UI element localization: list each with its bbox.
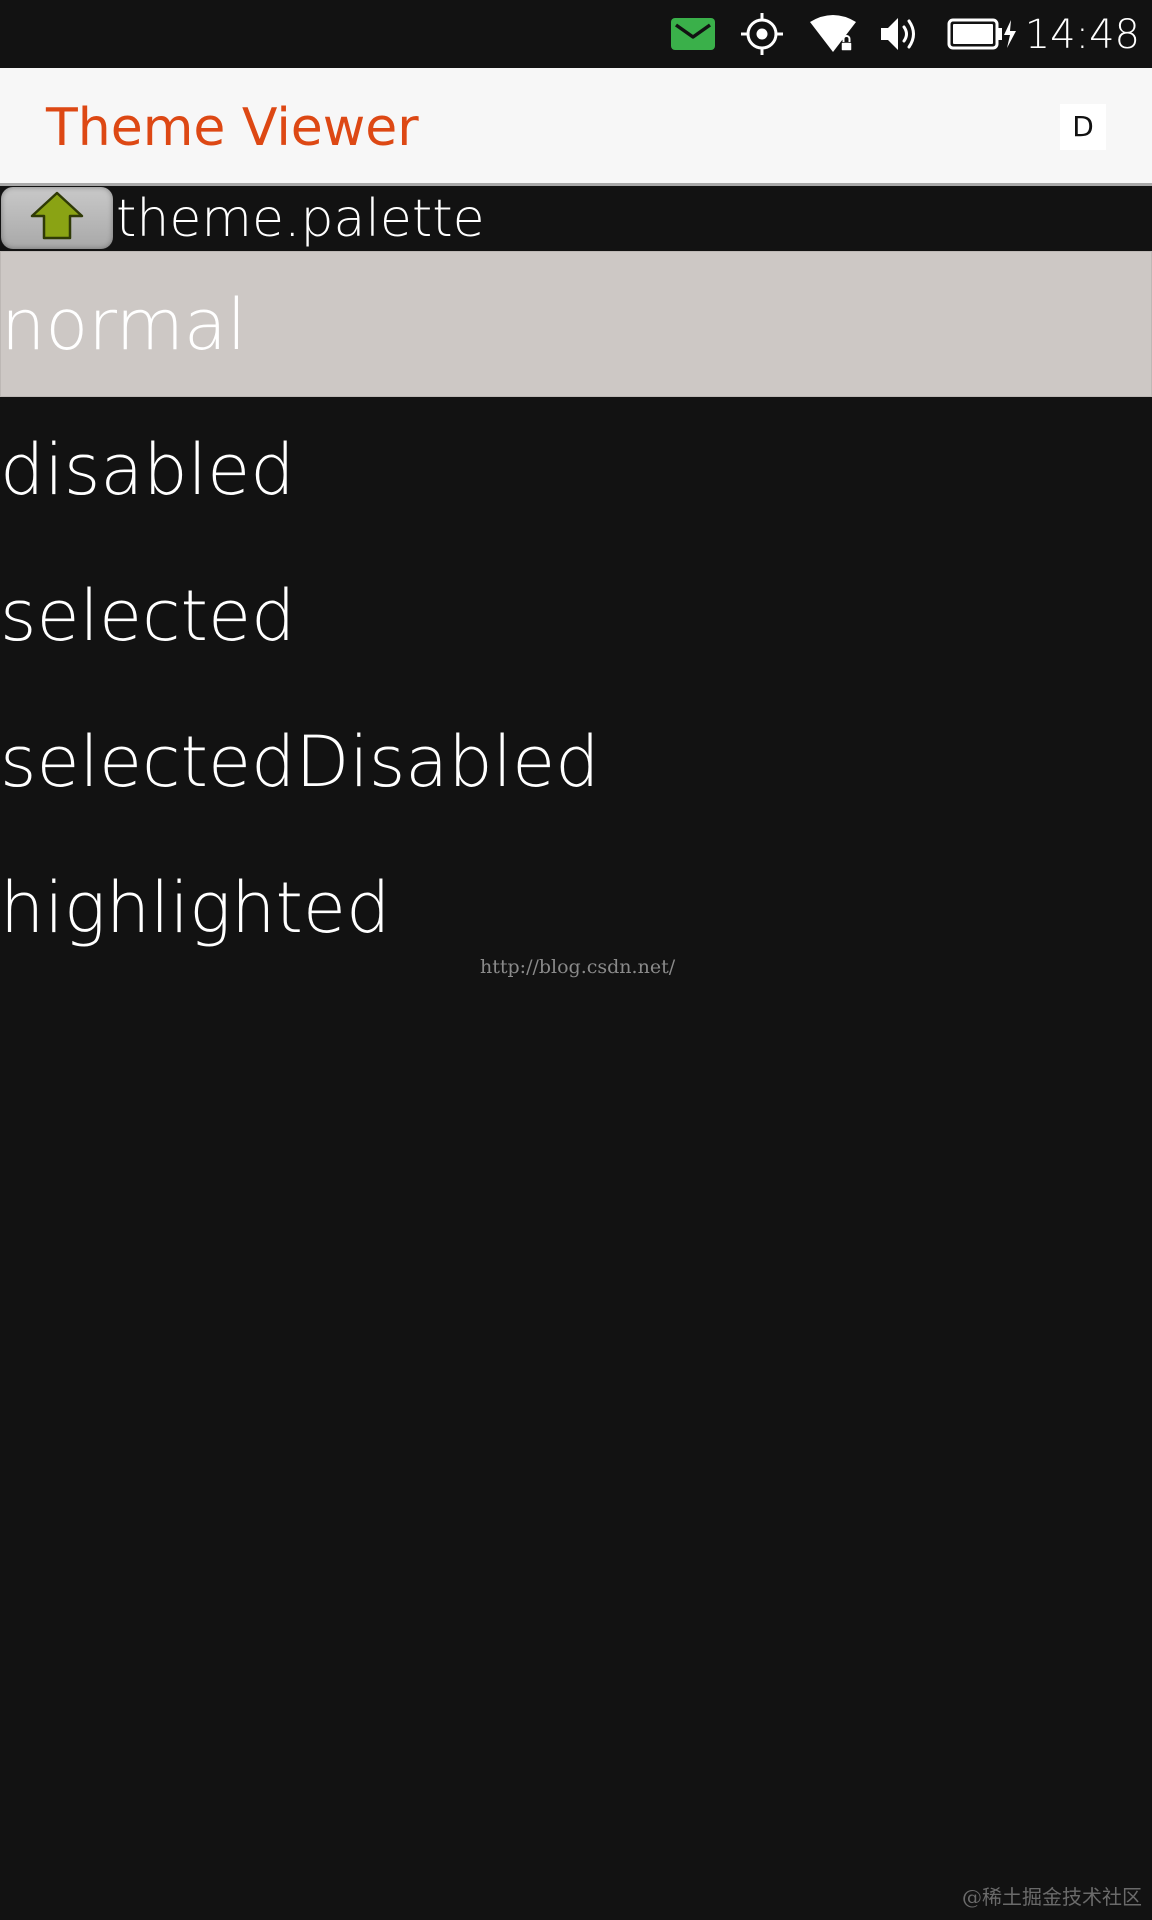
wifi-icon[interactable] [806,0,860,68]
page-title: Theme Viewer [46,98,419,158]
corner-watermark: @稀土掘金技术社区 [962,1885,1142,1909]
app-header: Theme Viewer D [0,68,1152,186]
list-item-normal[interactable]: normal [0,251,1152,397]
clock: 14:48 [1024,12,1140,58]
header-action-button[interactable]: D [1060,104,1106,150]
path-bar: theme.palette [0,186,1152,252]
volume-icon[interactable] [876,0,924,68]
up-button[interactable] [1,187,113,249]
watermark: http://blog.csdn.net/ [480,956,676,978]
message-icon[interactable] [668,0,718,68]
up-arrow-icon [28,190,86,246]
list-item-disabled[interactable]: disabled [0,397,1152,543]
list-item-selected-disabled[interactable]: selectedDisabled [0,689,1152,835]
battery-charging-icon[interactable] [946,0,1020,68]
status-bar: 14:48 [0,0,1152,68]
path-label: theme.palette [116,189,485,249]
list-item-label: disabled [0,429,295,511]
list-item-label: normal [1,284,247,366]
list-item-label: highlighted [0,867,391,949]
list-item-label: selectedDisabled [0,721,600,803]
list-item-label: selected [0,575,296,657]
location-icon[interactable] [738,0,786,68]
palette-list: normal disabled selected selectedDisable… [0,251,1152,981]
list-item-selected[interactable]: selected [0,543,1152,689]
